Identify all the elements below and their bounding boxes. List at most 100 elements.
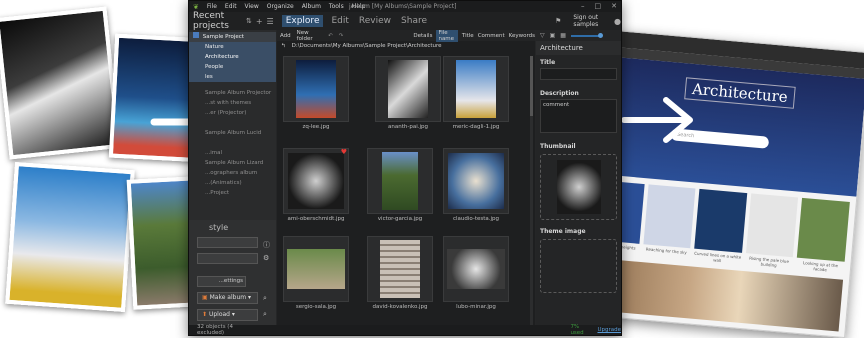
thumbnail-label: Thumbnail (540, 143, 576, 150)
description-input[interactable]: comment (540, 99, 617, 133)
variant-dropdown[interactable] (197, 253, 258, 264)
settings-button[interactable]: ...ettings (197, 276, 246, 287)
zoom-slider[interactable] (570, 32, 603, 38)
thumbnail-drop-zone[interactable] (540, 154, 617, 220)
gear-icon[interactable]: ⚙ (263, 254, 269, 262)
tab-edit[interactable]: Edit (331, 16, 348, 26)
user-avatar-icon[interactable]: ● (614, 17, 621, 26)
details-button[interactable]: Details (413, 33, 432, 39)
keywords-toggle[interactable]: Keywords (509, 33, 535, 39)
sidebar-item-projector-2[interactable]: ...er (Projector) (189, 108, 276, 118)
add-button[interactable]: Add (280, 33, 291, 39)
menu-grid-icon[interactable]: ☰ (267, 17, 274, 26)
preview-icon[interactable]: ⌕ (263, 294, 267, 303)
announcement-icon[interactable]: ⚑ (555, 17, 561, 25)
menu-tools[interactable]: Tools (325, 3, 348, 10)
theme-image-drop-zone[interactable] (540, 239, 617, 293)
menu-album[interactable]: Album (298, 3, 325, 10)
menu-organize[interactable]: Organize (263, 3, 298, 10)
new-folder-button[interactable]: New folder (297, 30, 317, 42)
tab-review[interactable]: Review (359, 16, 391, 26)
close-icon[interactable]: ✕ (611, 2, 617, 10)
sidebar-item-label: ...(Animatics) (205, 180, 242, 186)
thumbnail-item[interactable]: claudio-testa.jpg (443, 148, 509, 234)
thumbnail-item[interactable]: david-kovalenko.jpg (367, 236, 433, 322)
sidebar-item-animatics[interactable]: ...(Animatics) (189, 178, 276, 188)
grid-view-icon[interactable]: ▦ (560, 32, 566, 39)
menu-view[interactable]: View (241, 3, 263, 10)
project-thumb-icon (193, 32, 199, 38)
sidebar-item-nature[interactable]: Nature (189, 42, 276, 52)
file-name-toggle[interactable]: File name (436, 29, 458, 42)
make-album-icon: ▣ (202, 294, 208, 301)
make-album-button[interactable]: ▣ Make album ▾ (197, 292, 258, 304)
menu-edit[interactable]: Edit (221, 3, 241, 10)
sign-out-link[interactable]: Sign out samples (573, 14, 608, 28)
thumbnail-item[interactable]: sergio-sala.jpg (283, 236, 349, 322)
scrollbar[interactable] (530, 56, 533, 326)
upload-label: Upload (208, 311, 230, 318)
filter-icon[interactable]: ▽ (540, 32, 545, 39)
sidebar-item-label: les (205, 74, 213, 80)
sidebar-item-architecture[interactable]: Architecture (189, 52, 276, 62)
file-actions-bar: Add New folder ↶ ↷ Details File name Tit… (277, 29, 535, 42)
add-project-icon[interactable]: + (256, 17, 263, 26)
gallery-item[interactable] (642, 184, 696, 249)
thumbnail-caption: david-kovalenko.jpg (372, 304, 428, 310)
gallery-item[interactable] (694, 188, 748, 253)
upgrade-link[interactable]: Upgrade (597, 327, 621, 333)
thumbnail-caption: meric-dagli-1.jpg (452, 124, 500, 130)
thumbnail-item[interactable]: ♥ ami-oberschmidt.jpg (283, 148, 349, 234)
thumbnail-image (443, 148, 509, 214)
sidebar-item-blank-2[interactable] (189, 138, 276, 148)
sidebar-item-label: ...st with themes (205, 100, 252, 106)
maximize-icon[interactable]: □ (595, 2, 602, 10)
thumbnail-image (283, 56, 349, 122)
sidebar-item-label: ...er (Projector) (205, 110, 247, 116)
sidebar-item-lucid[interactable]: Sample Album Lucid (189, 128, 276, 138)
thumbnail-item[interactable]: ananth-pai.jpg (375, 56, 441, 142)
sidebar-project[interactable]: Sample Project (189, 32, 276, 42)
thumbnail-item[interactable]: meric-dagli-1.jpg (443, 56, 509, 142)
back-arrow-icon[interactable]: ↰ (281, 43, 286, 49)
image-view-icon[interactable]: ▣ (550, 32, 556, 39)
thumbnail-image (283, 148, 349, 214)
gallery-item[interactable] (745, 193, 799, 258)
thumbnail-item[interactable]: victor-garcia.jpg (367, 148, 433, 234)
sidebar-item-project[interactable]: ...Project (189, 188, 276, 198)
recent-projects-button[interactable]: Recent projects (193, 11, 240, 31)
menu-file[interactable]: File (203, 3, 221, 10)
file-browser: Add New folder ↶ ↷ Details File name Tit… (277, 29, 535, 335)
sidebar-item-minimal[interactable]: ...imal (189, 148, 276, 158)
heart-icon[interactable]: ♥ (341, 148, 347, 156)
thumbnail-item[interactable]: lubo-minar.jpg (443, 236, 509, 322)
style-dropdown[interactable] (197, 237, 258, 248)
current-path[interactable]: D:\Documents\My Albums\Sample Project\Ar… (292, 43, 442, 49)
tab-share[interactable]: Share (401, 16, 427, 26)
sidebar-item-label: ...imal (205, 150, 223, 156)
scrollbar-thumb[interactable] (530, 56, 533, 116)
sidebar-item-lizard[interactable]: Sample Album Lizard (189, 158, 276, 168)
thumbnail-image (367, 148, 433, 214)
thumbnail-item[interactable]: zq-lee.jpg (283, 56, 349, 142)
comment-toggle[interactable]: Comment (478, 33, 505, 39)
title-toggle[interactable]: Title (462, 33, 474, 39)
sidebar-item-people[interactable]: People (189, 62, 276, 72)
tab-explore[interactable]: Explore (281, 15, 324, 27)
upload-button[interactable]: ⬆ Upload ▾ (197, 309, 258, 321)
sidebar-item-files[interactable]: les (189, 72, 276, 82)
title-input[interactable] (540, 68, 617, 80)
sidebar-item-projector[interactable]: Sample Album Projector (189, 88, 276, 98)
sidebar-item-blank[interactable] (189, 118, 276, 128)
info-icon[interactable]: ⓘ (263, 240, 270, 250)
gallery-item[interactable] (797, 197, 850, 262)
sidebar-item-themes[interactable]: ...st with themes (189, 98, 276, 108)
undo-icon[interactable]: ↶ (328, 33, 333, 39)
minimize-icon[interactable]: – (581, 2, 585, 10)
sidebar-item-photographers[interactable]: ...ographers album (189, 168, 276, 178)
search-icon[interactable]: ⌕ (263, 310, 267, 319)
redo-icon[interactable]: ↷ (339, 33, 344, 39)
path-bar: ↰ D:\Documents\My Albums\Sample Project\… (277, 41, 535, 51)
sidebar-item-label: Sample Project (202, 34, 244, 40)
sort-icon[interactable]: ⇅ (246, 17, 252, 25)
